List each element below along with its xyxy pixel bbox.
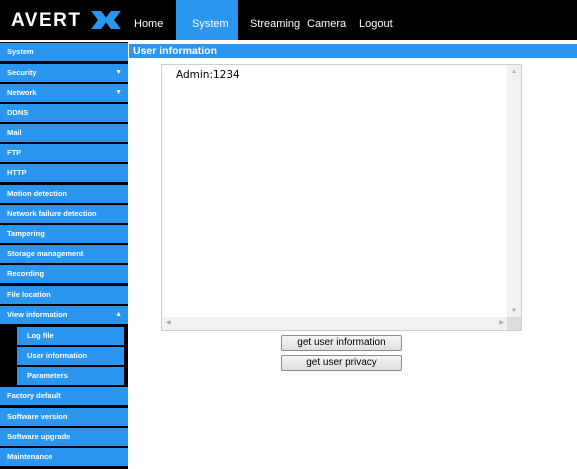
sidebar-item-storage-management[interactable]: Storage management <box>0 245 128 263</box>
sidebar-item-ddns[interactable]: DDNS <box>0 104 128 122</box>
sidebar-item-file-location[interactable]: File location <box>0 286 128 304</box>
sidebar-item-label: Parameters <box>27 371 68 380</box>
sidebar-item-label: Network <box>7 88 37 97</box>
scroll-up-icon[interactable]: ▲ <box>511 69 517 75</box>
vertical-scrollbar[interactable]: ▲ ▼ <box>507 65 521 318</box>
nav-camera[interactable]: Camera <box>303 0 355 40</box>
sidebar: System Security ▼ Network ▼ DDNS Mail FTP … <box>0 42 128 469</box>
scroll-right-icon[interactable]: ▶ <box>499 320 504 326</box>
sidebar-item-label: Security <box>7 68 37 77</box>
sidebar-item-label: FTP <box>7 148 22 157</box>
sidebar-item-label: Mail <box>7 128 22 137</box>
nav-logout[interactable]: Logout <box>355 0 409 40</box>
get-user-information-button[interactable]: get user information <box>281 335 402 351</box>
top-nav: Home System Streaming Camera Logout <box>124 0 409 40</box>
sidebar-item-label: View information <box>7 310 68 319</box>
sidebar-item-software-upgrade[interactable]: Software upgrade <box>0 428 128 446</box>
user-info-textarea[interactable]: Admin:1234 ▲ ▼ ◀ ▶ <box>161 64 522 331</box>
sidebar-subitem-log-file[interactable]: Log file <box>17 327 124 345</box>
sidebar-item-ftp[interactable]: FTP <box>0 144 128 162</box>
sidebar-item-label: Tampering <box>7 229 45 238</box>
sidebar-subitem-parameters[interactable]: Parameters <box>17 367 124 385</box>
sidebar-item-label: System <box>7 47 34 56</box>
get-user-privacy-button[interactable]: get user privacy <box>281 355 402 371</box>
sidebar-item-factory-default[interactable]: Factory default <box>0 387 128 405</box>
sidebar-item-label: HTTP <box>7 168 27 177</box>
nav-home[interactable]: Home <box>124 0 176 40</box>
top-header: AVERT Home System Streaming Camera Logou… <box>0 0 577 40</box>
caret-up-icon: ▲ <box>115 311 122 318</box>
sidebar-item-label: Recording <box>7 269 45 278</box>
scroll-left-icon[interactable]: ◀ <box>166 320 171 326</box>
sidebar-item-label: DDNS <box>7 108 29 117</box>
sidebar-item-view-information[interactable]: View information ▲ <box>0 306 128 324</box>
caret-down-icon: ▼ <box>115 69 122 76</box>
sidebar-item-label: File location <box>7 290 51 299</box>
sidebar-item-mail[interactable]: Mail <box>0 124 128 142</box>
svg-text:AVERT: AVERT <box>11 10 81 31</box>
sidebar-item-motion-detection[interactable]: Motion detection <box>0 185 128 203</box>
sidebar-item-label: Network failure detection <box>7 209 97 218</box>
nav-streaming[interactable]: Streaming <box>238 0 303 40</box>
sidebar-item-tampering[interactable]: Tampering <box>0 225 128 243</box>
sidebar-item-label: Factory default <box>7 391 61 400</box>
sidebar-item-http[interactable]: HTTP <box>0 164 128 182</box>
sidebar-item-maintenance[interactable]: Maintenance <box>0 448 128 466</box>
sidebar-item-network-failure-detection[interactable]: Network failure detection <box>0 205 128 223</box>
sidebar-item-recording[interactable]: Recording <box>0 265 128 283</box>
caret-down-icon: ▼ <box>115 89 122 96</box>
sidebar-item-label: Motion detection <box>7 189 67 198</box>
sidebar-item-label: Software version <box>7 412 68 421</box>
nav-system[interactable]: System <box>176 0 238 40</box>
sidebar-item-security[interactable]: Security ▼ <box>0 64 128 82</box>
section-title: User information <box>129 44 577 58</box>
horizontal-scrollbar[interactable]: ◀ ▶ <box>162 317 508 330</box>
sidebar-item-label: Software upgrade <box>7 432 71 441</box>
sidebar-item-label: User information <box>27 351 88 360</box>
sidebar-item-label: Storage management <box>7 249 84 258</box>
sidebar-item-network[interactable]: Network ▼ <box>0 84 128 102</box>
sidebar-item-label: Maintenance <box>7 452 53 461</box>
sidebar-item-system[interactable]: System <box>0 43 128 61</box>
scroll-down-icon[interactable]: ▼ <box>511 308 517 314</box>
user-info-text: Admin:1234 <box>176 69 240 81</box>
sidebar-item-software-version[interactable]: Software version <box>0 408 128 426</box>
scrollbar-corner <box>507 317 521 330</box>
sidebar-item-label: Log file <box>27 331 54 340</box>
sidebar-subitem-user-information[interactable]: User information <box>17 347 124 365</box>
avertx-logo: AVERT <box>9 5 121 35</box>
